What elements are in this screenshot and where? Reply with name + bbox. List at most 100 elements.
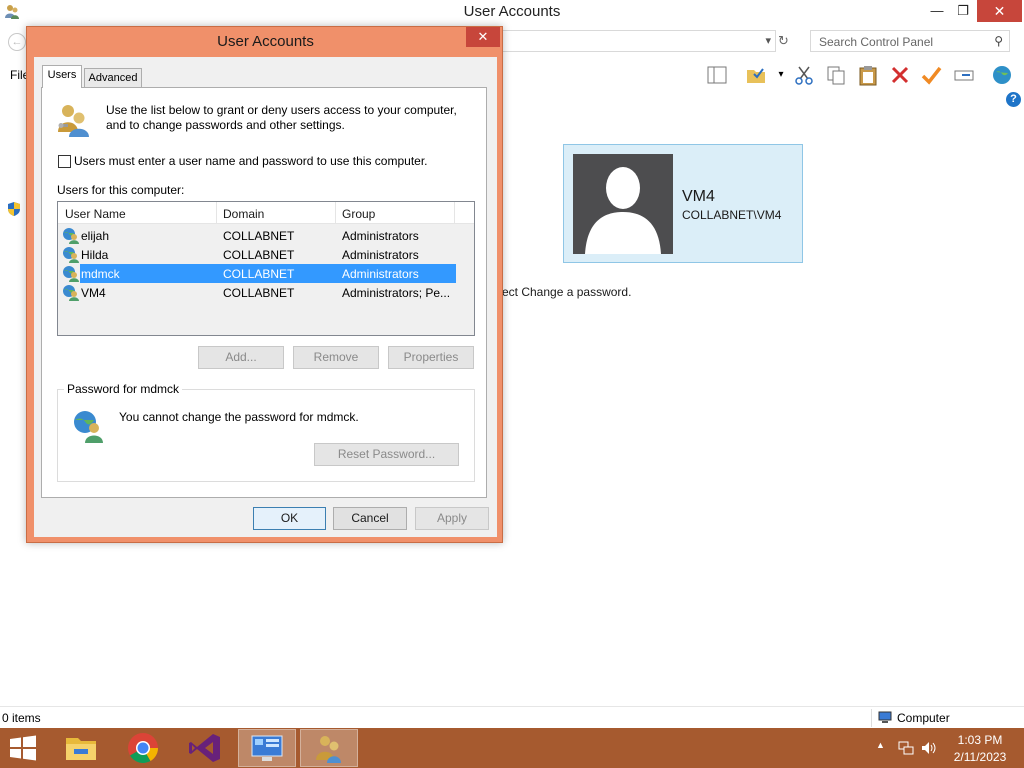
search-input[interactable]: Search Control Panel ⚲ [810,30,1010,52]
cell-domain: COLLABNET [223,229,295,243]
chevron-down-icon[interactable]: ▾ [765,34,771,47]
delete-icon[interactable] [889,64,911,86]
ok-button[interactable]: OK [253,507,326,530]
list-header: User Name Domain Group [58,202,474,224]
person-silhouette-icon [585,167,661,254]
tab-users[interactable]: Users [42,65,82,88]
copy-icon[interactable] [825,64,847,86]
users-listview[interactable]: User Name Domain Group elijah COLLABNET … [57,201,475,336]
status-item-count: 0 items [2,711,41,725]
computer-icon [878,711,892,723]
taskbar-remote-desktop[interactable] [238,729,296,767]
user-accounts-dialog: User Accounts ✕ Users Advanced Use the l… [26,26,503,543]
users-list-label: Users for this computer: [57,183,185,197]
visual-studio-icon [189,734,220,762]
table-row[interactable]: elijah COLLABNET Administrators [58,226,474,245]
reset-password-button[interactable]: Reset Password... [314,443,459,466]
cell-group: Administrators [342,248,419,262]
taskbar-user-accounts[interactable] [300,729,358,767]
control-panel-icon [251,735,283,761]
chevron-down-icon[interactable]: ▾ [770,64,792,86]
table-row[interactable]: Hilda COLLABNET Administrators [58,245,474,264]
paste-icon[interactable] [857,64,879,86]
require-login-checkbox[interactable] [58,155,71,168]
chrome-icon [128,733,158,764]
user-globe-icon [63,228,79,244]
cell-username: Hilda [81,248,109,262]
column-divider[interactable] [216,202,217,224]
taskbar: ▲ 1:03 PM 2/11/2023 [0,728,1024,768]
checkmark-icon[interactable] [920,64,942,86]
password-group: Password for mdmck You cannot change the… [57,382,475,482]
cell-username: mdmck [81,267,120,281]
help-icon[interactable]: ? [1006,92,1021,107]
column-header-domain[interactable]: Domain [223,207,264,221]
user-tile-domain: COLLABNET\VM4 [682,208,782,222]
properties-button[interactable]: Properties [388,346,474,369]
window-title: User Accounts [463,3,561,20]
volume-icon[interactable] [920,740,938,756]
globe-icon[interactable] [991,64,1013,86]
cancel-button[interactable]: Cancel [333,507,407,530]
rename-icon[interactable] [953,64,975,86]
dialog-body: Users Advanced Use the list below to gra… [34,57,497,537]
layout-icon[interactable] [706,64,728,86]
add-user-button[interactable]: Add... [198,346,284,369]
back-button[interactable]: ← [8,33,26,51]
change-password-hint: ect Change a password. [502,285,632,299]
status-location: Computer [897,711,950,725]
password-group-label: Password for mdmck [64,382,183,396]
network-icon[interactable] [898,740,914,756]
cut-icon[interactable] [793,64,815,86]
maximize-button[interactable]: ❐ [950,0,976,22]
minimize-button[interactable]: — [924,0,950,22]
search-placeholder: Search Control Panel [819,35,934,49]
dialog-close-button[interactable]: ✕ [466,27,500,47]
user-tile[interactable]: VM4 COLLABNET\VM4 [563,144,803,263]
table-row-selected[interactable]: mdmck COLLABNET Administrators [58,264,474,283]
cell-domain: COLLABNET [223,267,295,281]
taskbar-chrome[interactable] [114,729,172,767]
user-globe-icon [63,266,79,282]
user-tile-name: VM4 [682,188,715,205]
cell-group: Administrators [342,267,419,281]
remove-user-button[interactable]: Remove [293,346,379,369]
status-divider [871,709,872,727]
users-tab-panel: Use the list below to grant or deny user… [41,87,487,498]
cell-domain: COLLABNET [223,286,295,300]
clock-date[interactable]: 2/11/2023 [945,750,1015,764]
apply-button[interactable]: Apply [415,507,489,530]
shield-icon [8,202,20,216]
user-accounts-icon [316,736,341,763]
cell-domain: COLLABNET [223,248,295,262]
dialog-title: User Accounts [217,33,314,50]
cell-group: Administrators; Pe... [342,286,451,300]
folder-icon [66,738,96,760]
status-bar: 0 items Computer [0,706,1024,728]
column-divider[interactable] [335,202,336,224]
column-header-group[interactable]: Group [342,207,375,221]
tab-advanced[interactable]: Advanced [84,68,142,89]
require-login-label[interactable]: Users must enter a user name and passwor… [74,154,428,168]
column-header-username[interactable]: User Name [65,207,126,221]
search-icon[interactable]: ⚲ [994,34,1003,48]
cell-group: Administrators [342,229,419,243]
users-icon [58,105,89,137]
address-bar[interactable]: ▾ [480,30,776,52]
clock-time[interactable]: 1:03 PM [945,733,1015,747]
start-button[interactable] [8,734,38,762]
back-arrow-icon: ← [11,36,23,48]
close-button[interactable]: ✕ [977,0,1022,22]
cell-username: elijah [81,229,110,243]
taskbar-file-explorer[interactable] [52,729,110,767]
refresh-icon[interactable]: ↻ [778,33,789,49]
folder-check-icon[interactable] [745,64,767,86]
window-titlebar: User Accounts — ❐ ✕ [0,0,1024,24]
user-globe-icon [74,411,103,443]
user-avatar [573,154,673,254]
table-row[interactable]: VM4 COLLABNET Administrators; Pe... [58,283,474,302]
column-divider[interactable] [454,202,455,224]
tray-expand-icon[interactable]: ▲ [876,740,885,750]
user-globe-icon [63,285,79,301]
taskbar-visual-studio[interactable] [176,729,234,767]
